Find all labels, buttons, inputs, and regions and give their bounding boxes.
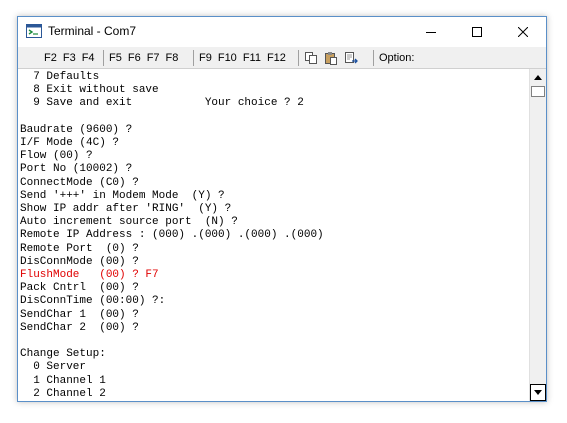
terminal-line: Port No (10002) ? [20, 163, 133, 176]
vertical-scrollbar[interactable] [529, 69, 546, 401]
toolbar-separator [373, 50, 374, 66]
toolbar-separator [193, 50, 194, 66]
f6-button[interactable]: F6 [125, 47, 144, 69]
terminal-line: I/F Mode (4C) ? [20, 137, 120, 149]
close-button[interactable] [500, 17, 546, 47]
paste-icon [325, 52, 337, 65]
terminal-line: Send '+++' in Modem Mode (Y) ? [20, 189, 225, 202]
copy-button[interactable] [303, 50, 319, 66]
scroll-down-button[interactable] [530, 384, 546, 401]
terminal-line: 2 Channel 2 [20, 387, 106, 400]
terminal-window: Terminal - Com7 F2 F3 F4 F5 F6 F7 F8 F9 … [17, 16, 547, 402]
terminal-line: SendChar 2 (00) ? [20, 321, 139, 334]
terminal-line: 7 Defaults [20, 71, 100, 83]
minimize-button[interactable] [408, 17, 454, 47]
toolbar-separator [103, 50, 104, 66]
maximize-icon [472, 27, 482, 37]
terminal-line: Change Setup: [20, 348, 106, 361]
f2-button[interactable]: F2 [41, 47, 60, 69]
terminal-output[interactable]: 7 Defaults 8 Exit without save 9 Save an… [18, 69, 529, 401]
toolbar-clipboard-group [301, 47, 361, 69]
terminal-line: 1 Channel 1 [20, 374, 106, 387]
toolbar-options-group: Option: [376, 47, 417, 69]
scrollbar-thumb[interactable] [531, 86, 545, 97]
toolbar-group-f5-f8: F5 F6 F7 F8 [106, 47, 181, 69]
terminal-line: Flow (00) ? [20, 150, 93, 163]
copy-icon [305, 52, 317, 64]
f12-button[interactable]: F12 [264, 47, 289, 69]
options-button[interactable]: Option: [376, 47, 417, 69]
scroll-up-arrow-icon [534, 75, 542, 80]
title-bar[interactable]: Terminal - Com7 [18, 17, 546, 47]
f11-button[interactable]: F11 [240, 47, 264, 69]
close-icon [518, 27, 528, 37]
send-file-button[interactable] [343, 50, 359, 66]
send-file-icon [345, 52, 358, 64]
terminal-line: Remote IP Address : (000) .(000) .(000) … [20, 229, 324, 242]
terminal-line: Show IP addr after 'RING' (Y) ? [20, 203, 232, 215]
function-key-toolbar: F2 F3 F4 F5 F6 F7 F8 F9 F10 F11 F12 Opti… [18, 47, 546, 69]
terminal-line: DisConnMode (00) ? [20, 255, 139, 268]
f9-button[interactable]: F9 [196, 47, 215, 69]
paste-button[interactable] [323, 50, 339, 66]
terminal-line: 9 Save and exit Your choice ? 2 [20, 97, 304, 110]
scroll-down-arrow-icon [534, 390, 542, 395]
toolbar-separator [298, 50, 299, 66]
terminal-line: Auto increment source port (N) ? [20, 216, 238, 229]
window-title: Terminal - Com7 [48, 24, 137, 38]
scroll-up-button[interactable] [530, 69, 546, 86]
toolbar-group-f9-f12: F9 F10 F11 F12 [196, 47, 289, 69]
toolbar-group-f2-f4: F2 F3 F4 [41, 47, 98, 69]
terminal-line: 8 Exit without save [20, 84, 159, 97]
terminal-line: Baudrate (9600) ? [20, 123, 133, 136]
f10-button[interactable]: F10 [215, 47, 240, 69]
terminal-line: SendChar 1 (00) ? [20, 308, 139, 321]
minimize-icon [426, 32, 436, 33]
terminal-line: FlushMode (00) ? F7 [20, 269, 159, 281]
f4-button[interactable]: F4 [79, 47, 98, 69]
terminal-line: DisConnTime (00:00) ?: [20, 295, 166, 308]
maximize-button[interactable] [454, 17, 500, 47]
terminal-line: 0 Server [20, 361, 87, 374]
f7-button[interactable]: F7 [144, 47, 163, 69]
f5-button[interactable]: F5 [106, 47, 125, 69]
terminal-line: Remote Port (0) ? [20, 242, 139, 255]
f3-button[interactable]: F3 [60, 47, 79, 69]
f8-button[interactable]: F8 [163, 47, 182, 69]
terminal-line: ConnectMode (C0) ? [20, 176, 139, 189]
terminal-app-icon [26, 24, 42, 38]
terminal-line: Pack Cntrl (00) ? [20, 282, 139, 295]
